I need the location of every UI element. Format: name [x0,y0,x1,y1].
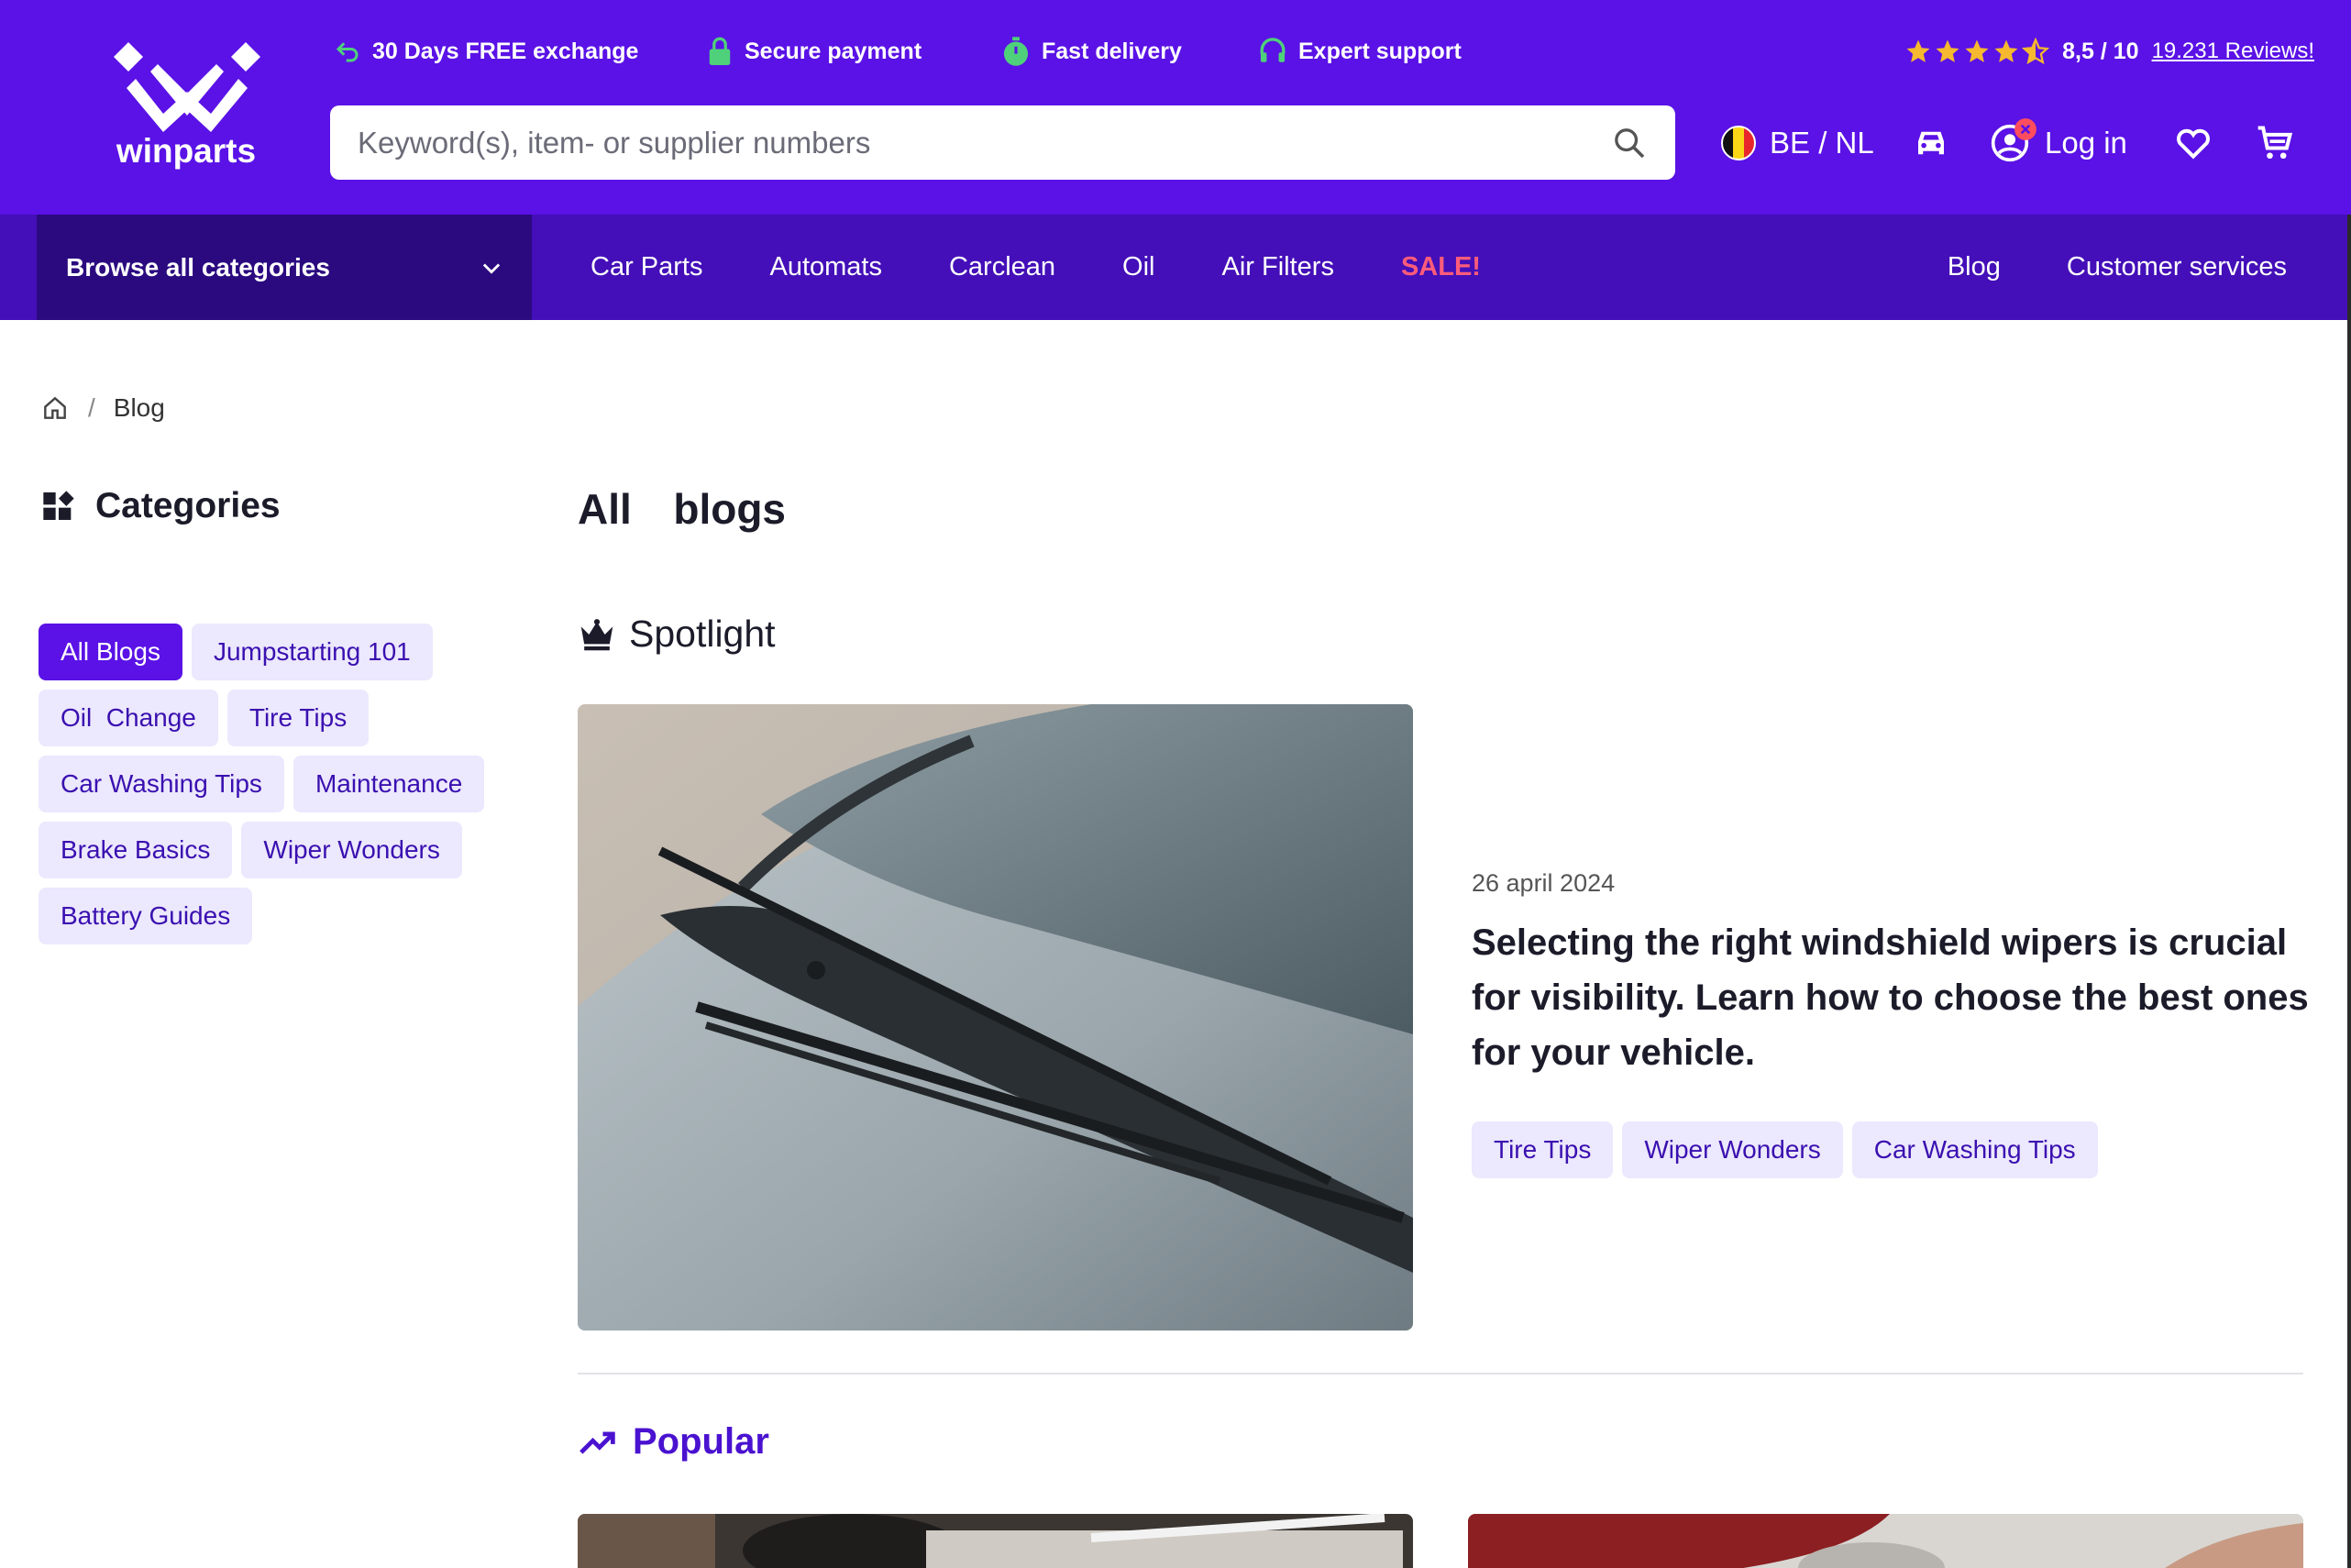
popular-card-image[interactable] [1468,1514,2303,1568]
search-icon[interactable] [1611,125,1648,161]
star-icon [1906,39,1930,62]
half-star-icon [2022,38,2050,65]
review-rating: 8,5 / 10 19.231 Reviews! [1904,35,2314,68]
breadcrumb-current: Blog [113,393,165,422]
crown-icon [580,618,613,650]
spotlight-label: Spotlight [629,613,776,655]
main-navigation: Browse all categories Car Parts Automats… [0,215,2351,320]
spotlight-headline[interactable]: Selecting the right windshield wipers is… [1472,915,2315,1080]
car-icon[interactable] [1912,125,1950,161]
usp-label: Secure payment [745,38,922,64]
star-icon [1994,39,2018,62]
browse-label: Browse all categories [66,252,330,282]
browse-categories-button[interactable]: Browse all categories [37,215,532,320]
section-divider [578,1373,2303,1375]
site-header: winparts 30 Days FREE exchange Secure pa… [0,0,2351,215]
lock-icon [709,37,731,65]
nav-oil[interactable]: Oil [1122,252,1154,282]
stopwatch-icon [1003,37,1029,66]
tag-all-blogs[interactable]: All Blogs [39,624,182,680]
headset-icon [1260,38,1286,62]
page-title: All blogs [578,485,786,533]
usp-label: Expert support [1298,38,1462,64]
scrollbar[interactable] [2347,215,2351,1568]
error-badge-icon [2014,118,2036,140]
spotlight-tag[interactable]: Tire Tips [1472,1121,1614,1178]
home-icon[interactable] [40,393,70,423]
breadcrumb-separator: / [88,393,95,422]
star-icon [1936,39,1959,62]
tag-maintenance[interactable]: Maintenance [292,756,485,812]
chevron-down-icon [482,263,501,274]
nav-customer-services[interactable]: Customer services [2067,252,2287,282]
locale-switch[interactable]: BE / NL [1720,110,1874,176]
belgium-flag-icon [1721,126,1756,160]
search-bar [330,105,1675,180]
user-icon [1990,118,2036,163]
nav-air-filters[interactable]: Air Filters [1222,252,1334,282]
heart-icon[interactable] [2173,123,2213,163]
nav-sale[interactable]: SALE! [1401,252,1481,282]
widgets-icon [43,491,74,520]
tag-brake-basics[interactable]: Brake Basics [39,822,233,878]
return-icon [336,42,359,62]
nav-carclean[interactable]: Carclean [949,252,1055,282]
category-tags: All Blogs Jumpstarting 101 Oil Change Ti… [39,624,515,944]
usp-payment: Secure payment [706,35,922,68]
categories-heading: Categories [40,486,281,526]
tag-jumpstarting[interactable]: Jumpstarting 101 [191,624,433,680]
rating-score: 8,5 / 10 [2062,38,2139,64]
popular-label: Popular [633,1421,769,1462]
winparts-logo[interactable]: winparts [108,37,264,174]
nav-links: Car Parts Automats Carclean Oil Air Filt… [591,215,1481,320]
brand-name: winparts [116,132,257,170]
usp-exchange: 30 Days FREE exchange [334,35,638,68]
search-input[interactable] [358,125,1611,160]
tag-battery-guides[interactable]: Battery Guides [39,888,253,944]
categories-title: Categories [95,486,281,525]
spotlight-tag[interactable]: Car Washing Tips [1851,1121,2098,1178]
cart-icon[interactable] [2254,123,2296,163]
usp-label: 30 Days FREE exchange [372,38,639,64]
tag-car-washing-tips[interactable]: Car Washing Tips [39,756,284,812]
spotlight-tags: Tire Tips Wiper Wonders Car Washing Tips [1472,1121,2098,1178]
star-rating [1904,38,2050,65]
spotlight-tag[interactable]: Wiper Wonders [1622,1121,1843,1178]
tag-oil-change[interactable]: Oil Change [39,690,218,746]
spotlight-heading: Spotlight [578,613,776,656]
nav-blog[interactable]: Blog [1948,252,2001,282]
nav-car-parts[interactable]: Car Parts [591,252,702,282]
spotlight-date: 26 april 2024 [1472,869,1616,897]
nav-automats[interactable]: Automats [769,252,882,282]
reviews-link[interactable]: 19.231 Reviews! [2152,39,2314,64]
popular-heading: Popular [578,1421,769,1463]
tag-tire-tips[interactable]: Tire Tips [226,690,370,746]
login-label: Log in [2045,126,2127,160]
login-button[interactable]: Log in [1990,110,2127,176]
locale-label: BE / NL [1770,126,1874,160]
nav-right-links: Blog Customer services [1948,215,2287,320]
spotlight-image[interactable] [578,704,1413,1331]
usp-support: Expert support [1258,35,1462,68]
usp-label: Fast delivery [1042,38,1182,64]
tag-wiper-wonders[interactable]: Wiper Wonders [241,822,462,878]
usp-delivery: Fast delivery [1001,35,1182,68]
trending-up-icon [579,1431,615,1454]
breadcrumb: / Blog [40,390,165,426]
popular-card-image[interactable] [578,1514,1413,1568]
star-icon [1965,39,1989,62]
